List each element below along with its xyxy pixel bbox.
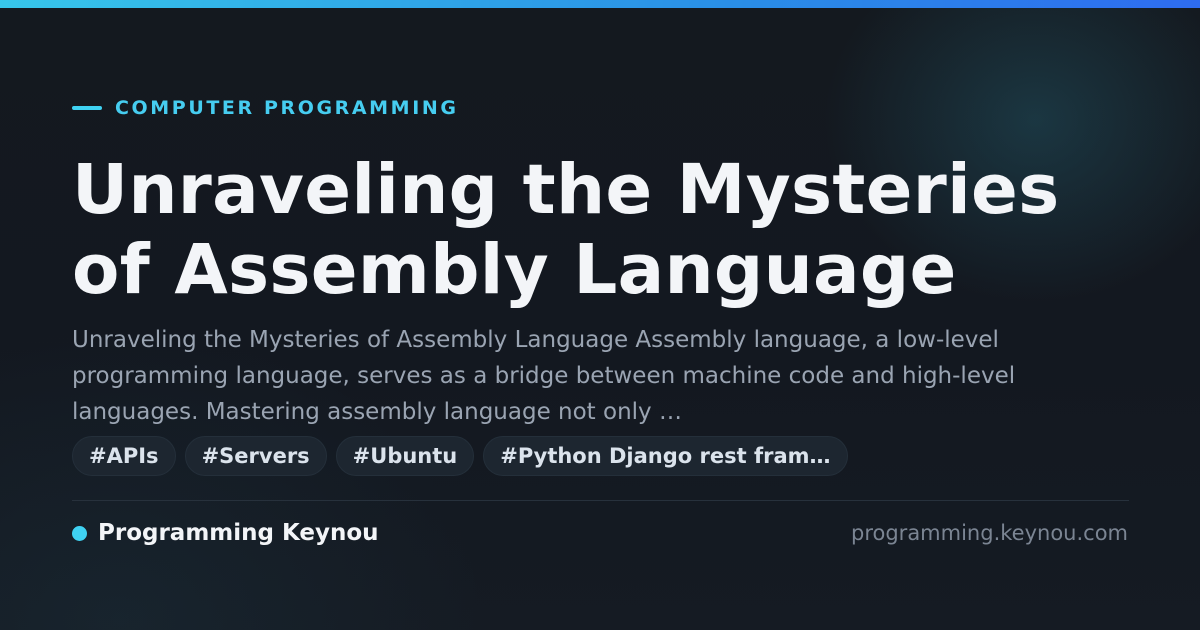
tag-servers[interactable]: #Servers xyxy=(184,436,327,476)
brand-name: Programming Keynou xyxy=(98,520,379,546)
category: COMPUTER PROGRAMMING xyxy=(72,96,459,120)
category-accent-line xyxy=(72,106,102,110)
footer-divider xyxy=(72,500,1129,501)
top-accent-bar xyxy=(0,0,1200,8)
article-excerpt: Unraveling the Mysteries of Assembly Lan… xyxy=(72,327,1016,425)
brand: Programming Keynou xyxy=(72,516,379,550)
site-url[interactable]: programming.keynou.com xyxy=(851,516,1128,550)
page-title: Unraveling the Mysteries of Assembly Lan… xyxy=(72,150,1060,310)
tag-python-django-rest-framework[interactable]: #Python Django rest fram… xyxy=(483,436,848,476)
brand-dot-icon xyxy=(72,525,87,541)
tag-ubuntu[interactable]: #Ubuntu xyxy=(335,436,475,476)
tag-list: #APIs #Servers #Ubuntu #Python Django re… xyxy=(72,436,848,476)
share-card: COMPUTER PROGRAMMING Unraveling the Myst… xyxy=(0,0,1200,630)
tag-apis[interactable]: #APIs xyxy=(72,436,176,476)
category-label: COMPUTER PROGRAMMING xyxy=(115,97,459,119)
